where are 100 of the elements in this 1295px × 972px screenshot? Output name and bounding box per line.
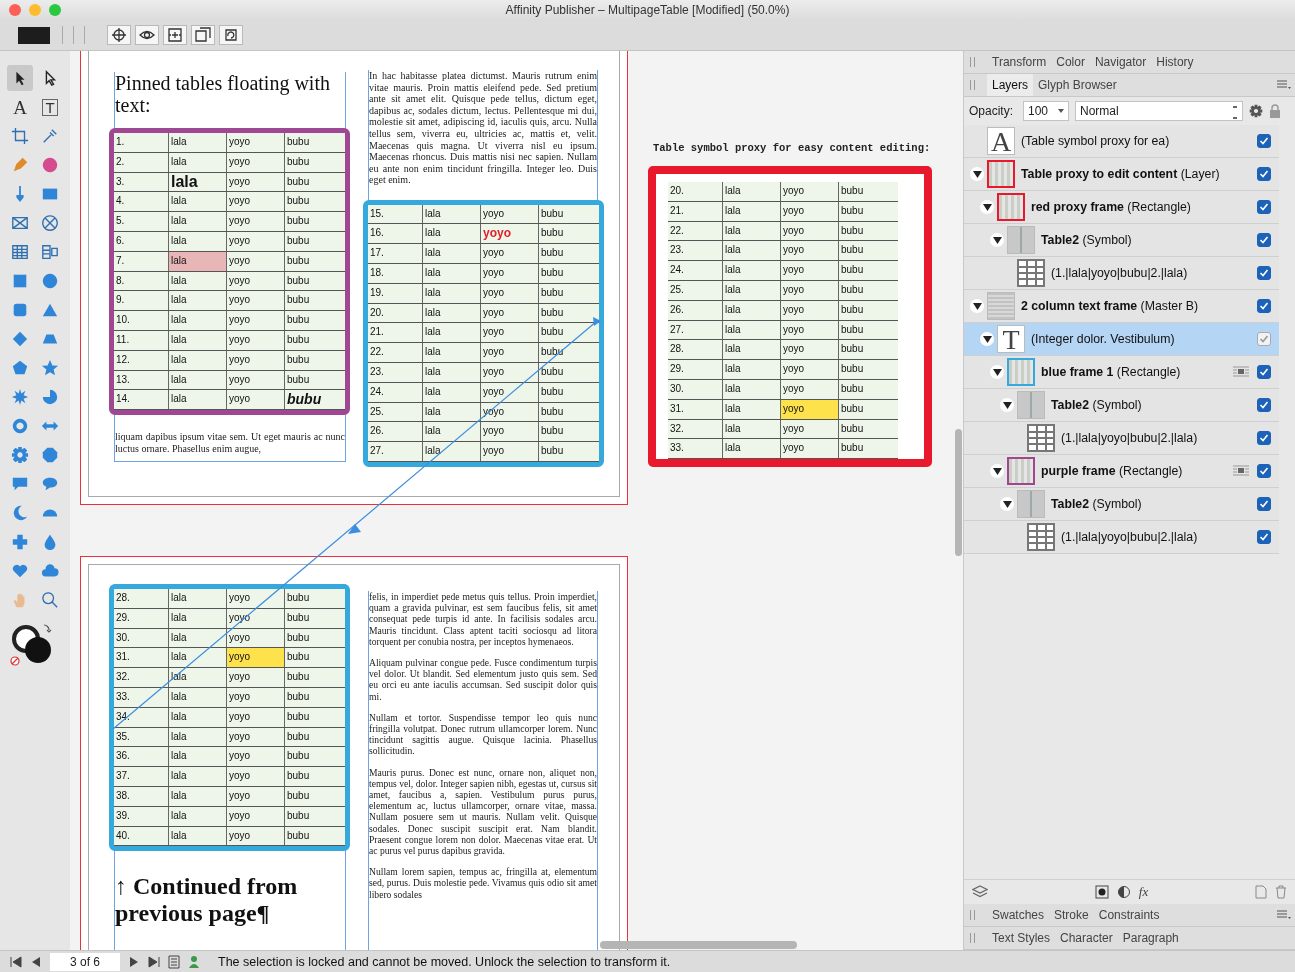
fit-icon[interactable]	[163, 25, 187, 45]
artistic-text-tool[interactable]: A	[7, 94, 33, 120]
table-cell-text: bubu	[840, 401, 865, 416]
table-cell: yoyo	[481, 442, 539, 461]
table-cell: 31.	[114, 648, 169, 668]
visibility-checkbox[interactable]	[1257, 431, 1271, 445]
panel-tab[interactable]: Transform	[987, 51, 1052, 73]
pointer-icon[interactable]	[7, 65, 33, 91]
table-cell: 36.	[114, 747, 169, 767]
layer-row[interactable]: Table2 (Symbol)	[964, 389, 1279, 422]
visibility-checkbox[interactable]	[1257, 233, 1271, 247]
visibility-checkbox[interactable]	[1257, 398, 1271, 412]
layer-row[interactable]: red proxy frame (Rectangle)	[964, 191, 1279, 224]
first-page-icon[interactable]	[10, 955, 22, 968]
table-cell: lala	[169, 212, 227, 231]
panel-tab[interactable]: Text Styles	[987, 927, 1056, 949]
visibility-checkbox[interactable]	[1257, 497, 1271, 511]
panel-tab[interactable]: Navigator	[1089, 51, 1152, 73]
pages-icon[interactable]	[168, 954, 180, 969]
visibility-checkbox[interactable]	[1257, 464, 1271, 478]
trash-icon[interactable]	[1275, 885, 1287, 899]
layer-row[interactable]: T (Integer dolor. Vestibulum)	[964, 323, 1279, 356]
grip-icon[interactable]	[970, 80, 975, 90]
grip-icon[interactable]	[970, 910, 975, 920]
panel-tab[interactable]: Glyph Browser	[1033, 74, 1122, 96]
panel-tab[interactable]: Layers	[987, 74, 1034, 96]
visibility-checkbox[interactable]	[1257, 365, 1271, 379]
opacity-field[interactable]: 100	[1023, 101, 1069, 121]
panel-tab[interactable]: Color	[1051, 51, 1090, 73]
settings-icon[interactable]	[1249, 104, 1263, 118]
table-cell-text: bubu	[286, 135, 311, 149]
previous-page-icon[interactable]	[30, 955, 42, 968]
heading: ↑ Continued from previous page¶	[115, 873, 299, 928]
layer-row[interactable]: Table proxy to edit content (Layer)	[964, 158, 1279, 191]
visibility-checkbox[interactable]	[1257, 266, 1271, 280]
table-cell: 25.	[368, 402, 423, 422]
table-cell: lala	[169, 707, 227, 727]
horizontal-scrollbar[interactable]	[600, 941, 797, 949]
layer-row[interactable]: (1.|lala|yoyo|bubu|2.|lala)	[964, 422, 1279, 455]
panel-tab[interactable]: History	[1151, 51, 1199, 73]
page-field[interactable]: 3 of 6	[50, 952, 120, 971]
visibility-checkbox[interactable]	[1257, 167, 1271, 181]
layer-row[interactable]: (1.|lala|yoyo|bubu|2.|lala)	[964, 521, 1279, 554]
table-cell: yoyo	[481, 264, 539, 283]
layer-row[interactable]: 2 column text frame (Master B)	[964, 290, 1279, 323]
table-cell: lala	[169, 826, 227, 846]
layer-row[interactable]: (1.|lala|yoyo|bubu|2.|lala)	[964, 257, 1279, 290]
panel-tab[interactable]: Swatches	[987, 904, 1050, 926]
table-cell: lala	[723, 221, 781, 241]
paragraph: Nullam lorem sapien, tempus ac, fringilla at, elementum sed, purus. Duis molestie pede. Vivamus quis odio sit amet libero sodales	[369, 866, 597, 900]
color-swatch[interactable]	[18, 26, 50, 44]
zoom-button[interactable]	[49, 4, 61, 16]
document-icon[interactable]	[1255, 885, 1267, 899]
layers-icon[interactable]	[972, 885, 988, 899]
layer-row[interactable]: blue frame 1 (Rectangle)	[964, 356, 1279, 389]
last-page-icon[interactable]	[148, 955, 160, 968]
table-cell: lala	[723, 419, 781, 439]
panel-tab[interactable]: Constraints	[1093, 904, 1165, 926]
table-cell: yoyo	[481, 343, 539, 362]
table-cell: 32.	[114, 668, 169, 687]
layer-thumbnail	[987, 292, 1015, 320]
layer-row[interactable]: Table2 (Symbol)	[964, 488, 1279, 521]
layer-row[interactable]: purple frame (Rectangle)	[964, 455, 1279, 488]
crosshair-icon[interactable]	[107, 25, 131, 45]
table-cell: 11.	[114, 330, 169, 350]
close-button[interactable]	[9, 4, 21, 16]
panel-tab[interactable]: Stroke	[1049, 904, 1094, 926]
person-icon[interactable]	[188, 954, 200, 969]
heading: Pinned tables floating with text:	[115, 72, 331, 116]
frames-icon[interactable]	[191, 25, 215, 45]
panel-tab[interactable]: Character	[1055, 927, 1118, 949]
menu-icon[interactable]	[1277, 80, 1291, 90]
visibility-checkbox[interactable]	[1257, 299, 1271, 313]
visibility-checkbox[interactable]	[1257, 134, 1271, 148]
mask-icon[interactable]	[1094, 885, 1109, 899]
adjustment-icon[interactable]	[1116, 885, 1131, 899]
eye-icon[interactable]	[135, 25, 159, 45]
layer-row[interactable]: Table2 (Symbol)	[964, 224, 1279, 257]
table-cell: lala	[723, 261, 781, 280]
visibility-checkbox[interactable]	[1257, 200, 1271, 214]
frame-text-tool[interactable]: T	[37, 94, 63, 120]
vertical-scrollbar[interactable]	[955, 429, 962, 556]
rotate-icon[interactable]	[219, 25, 243, 45]
blend-mode-select[interactable]: Normal	[1075, 101, 1243, 121]
layer-row[interactable]: A (Table symbol proxy for ea)	[964, 125, 1279, 158]
effects-button[interactable]: fx	[1138, 884, 1149, 900]
table-cell: yoyo	[481, 224, 539, 244]
panel-tab[interactable]: Paragraph	[1117, 927, 1184, 949]
table-cell-text: bubu	[286, 828, 311, 843]
table-cell-text: bubu	[840, 362, 865, 377]
visibility-checkbox[interactable]	[1257, 332, 1271, 346]
grip-icon[interactable]	[970, 57, 975, 67]
next-page-icon[interactable]	[128, 955, 140, 968]
grip-icon[interactable]	[970, 933, 975, 943]
menu-icon[interactable]	[1277, 910, 1291, 920]
layer-name: (Table symbol proxy for ea)	[1021, 134, 1171, 148]
visibility-checkbox[interactable]	[1257, 530, 1271, 544]
lock-icon[interactable]	[1269, 104, 1281, 118]
table-cell: lala	[169, 747, 227, 767]
table-cell: yoyo	[781, 221, 839, 241]
